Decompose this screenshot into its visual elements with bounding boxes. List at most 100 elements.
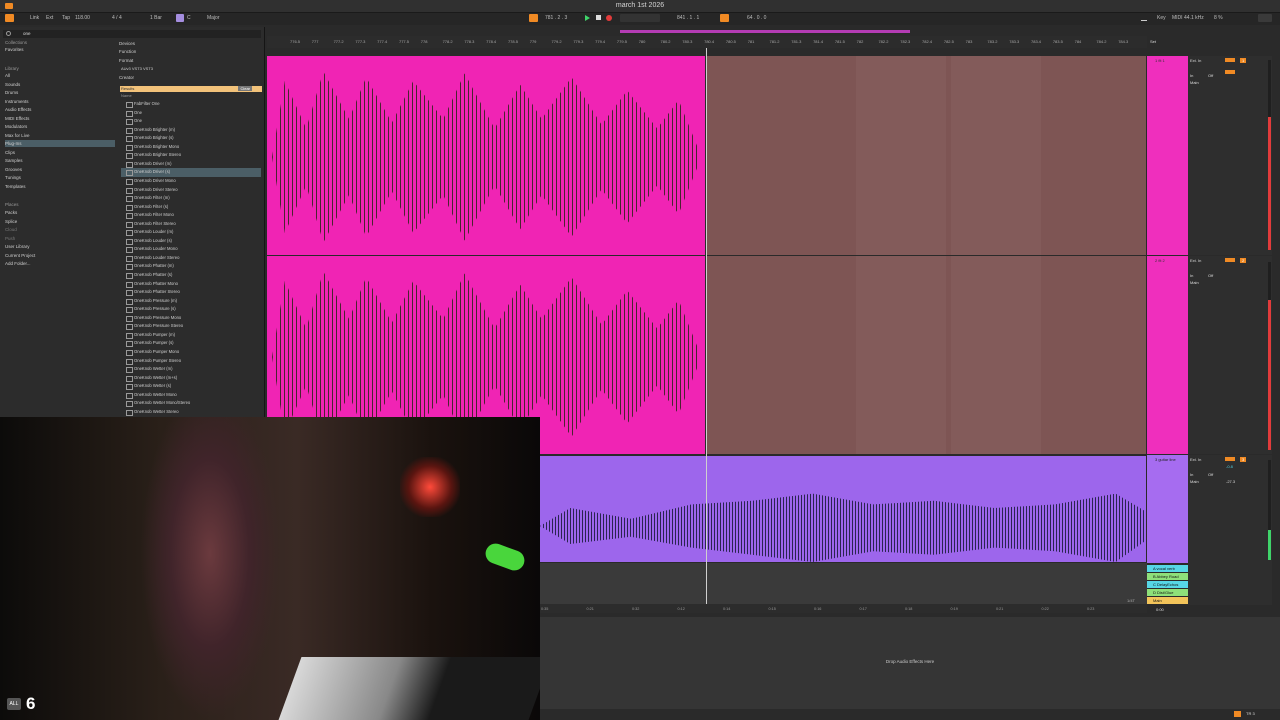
result-item[interactable]: OneKnob Driver (s) (121, 168, 261, 177)
return-track-a[interactable]: A vocal verb (1147, 565, 1188, 572)
song-position-field[interactable]: 781 . 2 . 3 (545, 15, 567, 21)
play-icon[interactable] (585, 15, 590, 21)
library-item-sounds[interactable]: Sounds (5, 81, 20, 88)
result-item[interactable]: One (121, 109, 261, 118)
library-item-all[interactable]: All (5, 72, 10, 79)
scale-select[interactable]: Major (207, 15, 220, 21)
monitor-off-3[interactable]: Off (1208, 472, 1213, 477)
loop-start-field[interactable]: 841 . 1 . 1 (677, 15, 699, 21)
result-item[interactable]: OneKnob Brighter (s) (121, 134, 261, 143)
result-item[interactable]: OneKnob Pumper (s) (121, 339, 261, 348)
volume-field-3[interactable]: -0.8 (1226, 464, 1233, 469)
input-select-3[interactable]: Ext. In (1190, 457, 1201, 462)
library-item-tunings[interactable]: Tunings (5, 174, 21, 181)
result-item[interactable]: OneKnob Pressure Stereo (121, 322, 261, 331)
tempo-field[interactable]: 118.00 (75, 15, 90, 21)
filter-creator[interactable]: Creator (119, 74, 134, 81)
result-item[interactable]: OneKnob Pressure (s) (121, 305, 261, 314)
collection-item-favorites[interactable]: Favorites (5, 46, 24, 53)
result-item[interactable]: OneKnob Brighter Stereo (121, 151, 261, 160)
result-item[interactable]: OneKnob Wetter (m+s) (121, 374, 261, 383)
track-number-2[interactable]: 2 (1240, 258, 1247, 263)
result-item[interactable]: OneKnob Wetter Mono (121, 391, 261, 400)
set-button[interactable]: Set (1150, 39, 1156, 44)
arm-button-2[interactable] (1225, 258, 1235, 262)
result-item[interactable]: OneKnob Driver Stereo (121, 186, 261, 195)
arrangement-position-icon[interactable] (529, 14, 538, 22)
empty-lane-track1[interactable] (706, 56, 1146, 255)
input-select-1[interactable]: Ext. In (1190, 58, 1201, 63)
loop-length-field[interactable]: 64 . 0 . 0 (747, 15, 766, 21)
output-select-2[interactable]: Main (1190, 280, 1199, 285)
place-item-packs[interactable]: Packs (5, 209, 17, 216)
link-indicator-icon[interactable] (5, 14, 14, 22)
result-item[interactable]: OneKnob Wetter (m) (121, 365, 261, 374)
clear-button[interactable]: Clear (238, 86, 252, 91)
place-item-cloud[interactable]: Cloud (5, 226, 17, 233)
library-item-midi-effects[interactable]: MIDI Effects (5, 115, 29, 122)
track-number-3[interactable]: 3 (1240, 457, 1247, 462)
record-icon[interactable] (606, 15, 612, 21)
window-menu-icon[interactable] (5, 3, 13, 9)
tap-tempo-button[interactable]: Tap (62, 15, 70, 21)
library-item-clips[interactable]: Clips (5, 149, 15, 156)
solo-button-1[interactable] (1225, 70, 1235, 74)
empty-lane-track2[interactable] (706, 256, 1146, 454)
result-item[interactable]: OneKnob Pressure Mono (121, 314, 261, 323)
device-view[interactable]: Drop Audio Effects Here (540, 617, 1280, 709)
ext-sync-button[interactable]: Ext (46, 15, 53, 21)
browser-search-input[interactable]: one (3, 30, 261, 38)
result-item[interactable]: OneKnob Filter Mono (121, 211, 261, 220)
result-item[interactable]: OneKnob Filter Stereo (121, 220, 261, 229)
output-select-3[interactable]: Main (1190, 479, 1199, 484)
input-select-2[interactable]: Ext. In (1190, 258, 1201, 263)
result-item[interactable]: OneKnob Filter (s) (121, 203, 261, 212)
monitor-off-1[interactable]: Off (1208, 73, 1213, 78)
link-button[interactable]: Link (30, 15, 39, 21)
result-item[interactable]: OneKnob Brighter (m) (121, 126, 261, 135)
stop-icon[interactable] (596, 15, 601, 20)
track-name-1[interactable]: 1 fit 1 (1155, 58, 1165, 63)
pan-field-3[interactable]: -27.3 (1226, 479, 1235, 484)
result-item[interactable]: OneKnob Phatter (s) (121, 271, 261, 280)
library-item-max-for-live[interactable]: Max for Live (5, 132, 30, 139)
result-item[interactable]: OneKnob Brighter Mono (121, 143, 261, 152)
loop-brace[interactable] (620, 30, 910, 33)
monitor-in-2[interactable]: In (1190, 273, 1193, 278)
result-item[interactable]: OneKnob Louder (s) (121, 237, 261, 246)
result-item[interactable]: OneKnob Pumper Mono (121, 348, 261, 357)
result-item[interactable]: OneKnob Louder Stereo (121, 254, 261, 263)
arm-button-3[interactable] (1225, 457, 1235, 461)
result-item[interactable]: OneKnob Pumper Stereo (121, 357, 261, 366)
return-track-b[interactable]: B Abbey Road (1147, 573, 1188, 580)
name-column-header[interactable]: Name (121, 92, 132, 99)
result-item[interactable]: OneKnob Phatter Stereo (121, 288, 261, 297)
main-track[interactable]: Main (1147, 597, 1188, 604)
result-item[interactable]: OneKnob Filter (m) (121, 194, 261, 203)
track-header-1[interactable]: 1 fit 1 (1147, 56, 1188, 255)
result-item[interactable]: OneKnob Phatter (m) (121, 262, 261, 271)
result-item[interactable]: OneKnob Louder Mono (121, 245, 261, 254)
place-item-current-project[interactable]: Current Project (5, 252, 35, 259)
result-item[interactable]: OneKnob Driver (m) (121, 160, 261, 169)
library-item-drums[interactable]: Drums (5, 89, 18, 96)
output-select-1[interactable]: Main (1190, 80, 1199, 85)
result-item[interactable]: FabFilter One (121, 100, 261, 109)
monitor-in-1[interactable]: In (1190, 73, 1193, 78)
library-item-templates[interactable]: Templates (5, 183, 26, 190)
library-item-plugins[interactable]: Plug-Ins (5, 140, 115, 147)
quantize-select[interactable]: 1 Bar (150, 15, 162, 21)
library-item-audio-effects[interactable]: Audio Effects (5, 106, 31, 113)
track-header-3[interactable]: 3 guitar line (1147, 455, 1188, 563)
automation-lanes[interactable] (540, 563, 1147, 604)
result-item[interactable]: OneKnob Driver Mono (121, 177, 261, 186)
filter-format[interactable]: Format (119, 57, 133, 64)
result-item[interactable]: OneKnob Pumper (m) (121, 331, 261, 340)
place-item-add-folder[interactable]: Add Folder... (5, 260, 31, 267)
library-item-samples[interactable]: Samples (5, 157, 23, 164)
monitor-off-2[interactable]: Off (1208, 273, 1213, 278)
filter-format-values[interactable]: AUv3 VST3 VST3 (121, 65, 153, 72)
track-header-2[interactable]: 2 fit 2 (1147, 256, 1188, 454)
result-item[interactable]: OneKnob Wetter (s) (121, 382, 261, 391)
result-item[interactable]: OneKnob Wetter Mono/Stereo (121, 399, 261, 408)
